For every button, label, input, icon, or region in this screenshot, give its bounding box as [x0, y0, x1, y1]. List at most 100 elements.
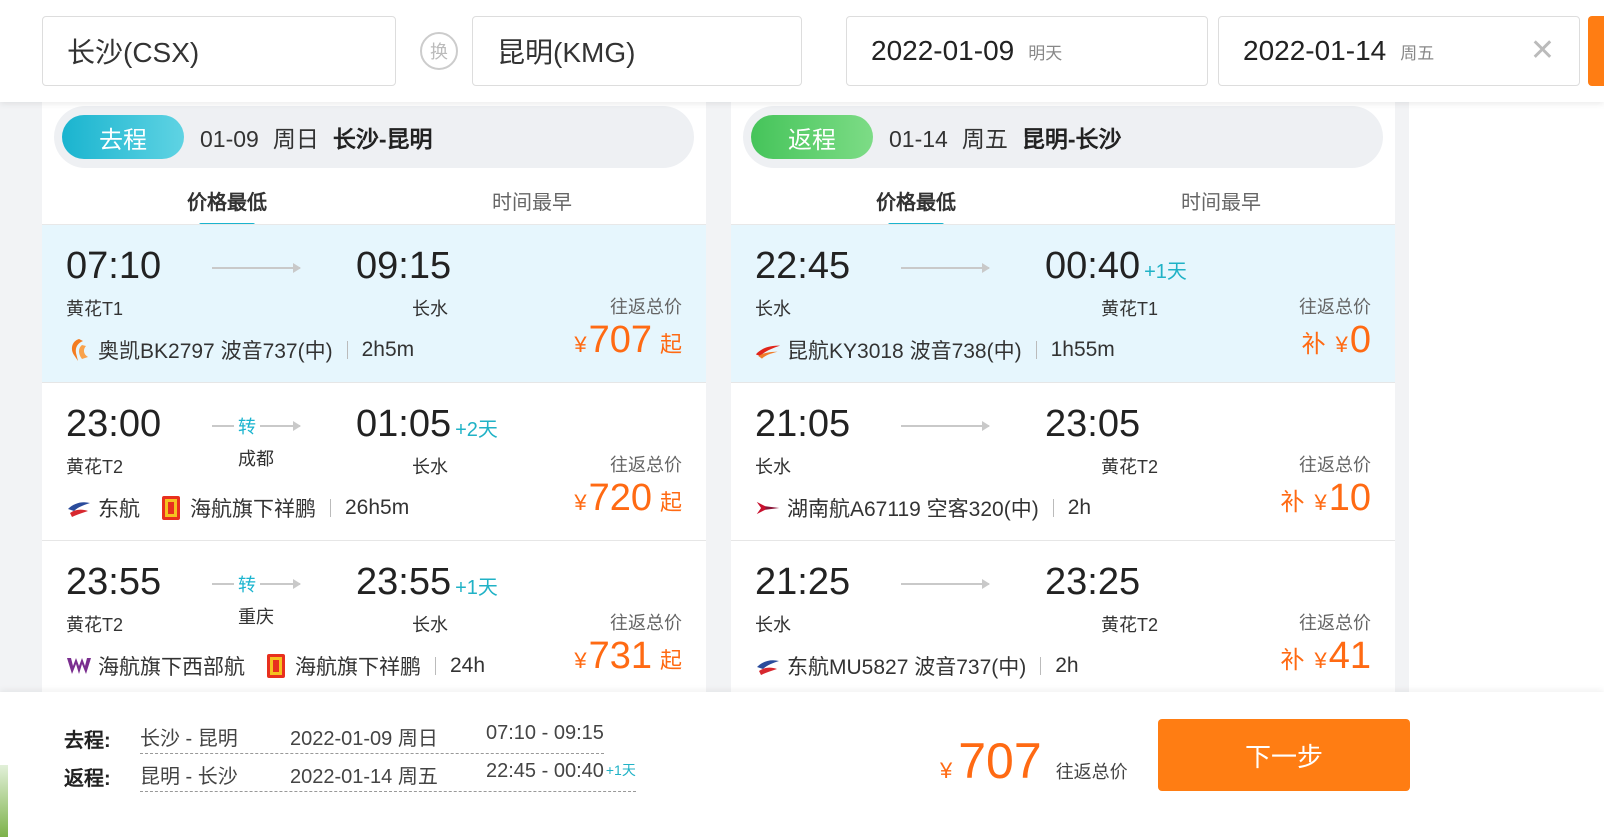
return-date-field[interactable]: 2022-01-14 周五 ✕ — [1218, 16, 1580, 86]
total-price: ¥ 707 往返总价 — [940, 733, 1128, 789]
inbound-header: 返程 01-14 周五 昆明-长沙 — [743, 106, 1383, 168]
clear-return-date-icon[interactable]: ✕ — [1530, 36, 1555, 66]
depart-date-field[interactable]: 2022-01-09 明天 — [846, 16, 1208, 86]
dep-time: 23:00 — [66, 403, 162, 445]
outbound-header: 去程 01-09 周日 长沙-昆明 — [54, 106, 694, 168]
outbound-weekday: 周日 — [272, 126, 319, 152]
airline-flight-2: 海航旗下祥鹏 — [190, 498, 316, 521]
transfer-city: 重庆 — [238, 607, 274, 627]
summary-ret-day-offset: +1天 — [605, 762, 636, 778]
airline-flight: 奥凯BK2797 波音737(中) — [98, 340, 333, 363]
price-value: 731 — [588, 635, 652, 677]
from-city-field[interactable]: 长沙(CSX) — [42, 16, 396, 86]
to-city-value: 昆明(KMG) — [497, 37, 636, 68]
inbound-flight-card[interactable]: 22:45 00:40 +1天 长水 黄花T1 昆航KY3018 波音738(中)… — [731, 225, 1395, 383]
duration: 24h — [450, 654, 486, 677]
dep-time: 21:05 — [755, 403, 851, 445]
day-offset: +1天 — [1144, 261, 1187, 283]
day-offset: +2天 — [455, 419, 498, 441]
dep-airport: 长水 — [755, 457, 791, 477]
airline-flight: 海航旗下西部航 — [98, 656, 245, 679]
price: 补 ¥ 10 — [1280, 477, 1371, 519]
next-step-button[interactable]: 下一步 — [1158, 719, 1410, 791]
return-weekday: 周五 — [1400, 43, 1435, 63]
summary-ret-label: 返程: — [64, 767, 111, 790]
arr-airport: 黄花T2 — [1101, 615, 1159, 635]
outbound-date: 01-09 — [200, 126, 259, 152]
dep-airport: 黄花T1 — [66, 299, 124, 319]
dep-airport: 长水 — [755, 299, 791, 319]
arr-time: 00:40 — [1045, 245, 1141, 287]
duration: 2h5m — [361, 338, 415, 361]
arr-airport: 长水 — [412, 299, 448, 319]
depart-date-value: 2022-01-09 — [871, 35, 1015, 66]
transfer-badge: 转 — [234, 571, 260, 597]
inbound-pill: 返程 — [751, 115, 873, 159]
airline-flight: 湖南航A67119 空客320(中) — [787, 498, 1039, 521]
tab-inbound-lowest-price[interactable]: 价格最低 — [876, 186, 956, 215]
duration: 2h — [1067, 496, 1092, 519]
price-label: 往返总价 — [610, 455, 682, 475]
price-value: 707 — [588, 319, 652, 361]
west-air-logo-icon — [66, 653, 92, 679]
search-button[interactable] — [1588, 16, 1604, 86]
separator — [330, 499, 331, 517]
arrow-icon — [901, 579, 990, 589]
duration: 1h55m — [1050, 338, 1115, 361]
price: 补 ¥ 41 — [1280, 635, 1371, 677]
total-price-value: 707 — [958, 733, 1042, 789]
price-value: 0 — [1349, 319, 1371, 361]
lucky-air-logo-icon — [158, 495, 184, 521]
transfer-city: 成都 — [238, 449, 274, 469]
inbound-flight-card[interactable]: 21:25 23:25 长水 黄花T2 东航MU5827 波音737(中) 2h… — [731, 541, 1395, 699]
outbound-column: 去程 01-09 周日 长沙-昆明 价格最低 时间最早 07:10 09:15 黄花… — [42, 102, 706, 699]
price-label: 往返总价 — [1299, 297, 1371, 317]
inbound-date: 01-14 — [889, 126, 948, 152]
hunan-airlines-logo-icon — [755, 495, 781, 521]
price-label: 往返总价 — [610, 613, 682, 633]
summary-ret-route: 昆明 - 长沙 — [140, 766, 238, 788]
transfer-badge: 转 — [234, 413, 260, 439]
arr-airport: 长水 — [412, 457, 448, 477]
china-eastern-logo-icon — [755, 653, 781, 679]
dep-time: 22:45 — [755, 245, 851, 287]
to-city-field[interactable]: 昆明(KMG) — [472, 16, 802, 86]
side-widget — [0, 765, 8, 837]
dep-airport: 黄花T2 — [66, 457, 124, 477]
day-offset: +1天 — [455, 577, 498, 599]
summary-out-label: 去程: — [64, 729, 111, 752]
tab-inbound-earliest[interactable]: 时间最早 — [1181, 186, 1261, 215]
outbound-flight-card[interactable]: 07:10 09:15 黄花T1 长水 奥凯BK2797 波音737(中) 2h… — [42, 225, 706, 383]
price-value: 41 — [1328, 635, 1371, 677]
inbound-route: 昆明-长沙 — [1021, 126, 1122, 152]
search-bar: 长沙(CSX) 换 昆明(KMG) 2022-01-09 明天 2022-01-… — [0, 0, 1604, 102]
arr-time: 23:55 — [356, 561, 452, 603]
separator — [1040, 657, 1042, 675]
arrow-icon — [212, 263, 301, 273]
price-label: 往返总价 — [610, 297, 682, 317]
inbound-weekday: 周五 — [961, 126, 1008, 152]
separator — [1052, 499, 1054, 517]
tab-outbound-earliest[interactable]: 时间最早 — [492, 186, 572, 215]
right-panel — [1409, 102, 1604, 692]
arrow-icon — [901, 263, 990, 273]
arr-time: 23:25 — [1045, 561, 1141, 603]
outbound-flight-card[interactable]: 23:00 转 成都 01:05 +2天 黄花T2 长水 东航 海航旗下祥鹏 26… — [42, 383, 706, 541]
summary-bar: 去程: 长沙 - 昆明 2022-01-09 周日 07:10 - 09:15 … — [0, 692, 1604, 837]
price-value: 720 — [588, 477, 652, 519]
inbound-sort-tabs: 价格最低 时间最早 — [731, 180, 1395, 224]
airline-flight-2: 海航旗下祥鹏 — [295, 656, 421, 679]
okay-airways-logo-icon — [66, 337, 92, 363]
arr-time: 23:05 — [1045, 403, 1141, 445]
swap-cities-button[interactable]: 换 — [420, 32, 458, 70]
inbound-column: 返程 01-14 周五 昆明-长沙 价格最低 时间最早 22:45 00:40 +1天… — [731, 102, 1395, 699]
arr-airport: 黄花T1 — [1101, 299, 1159, 319]
lucky-air-logo-icon — [263, 653, 289, 679]
summary-ret-time: 22:45 - 00:40 — [486, 760, 604, 782]
summary-return-row: 返程: 昆明 - 长沙 2022-01-14 周五 22:45 - 00:40 +… — [64, 760, 636, 792]
swap-icon: 换 — [430, 42, 448, 62]
arr-time: 09:15 — [356, 245, 452, 287]
tab-outbound-lowest-price[interactable]: 价格最低 — [187, 186, 267, 215]
outbound-flight-card[interactable]: 23:55 转 重庆 23:55 +1天 黄花T2 长水 海航旗下西部航 海航旗下… — [42, 541, 706, 699]
inbound-flight-card[interactable]: 21:05 23:05 长水 黄花T2 湖南航A67119 空客320(中) 2… — [731, 383, 1395, 541]
